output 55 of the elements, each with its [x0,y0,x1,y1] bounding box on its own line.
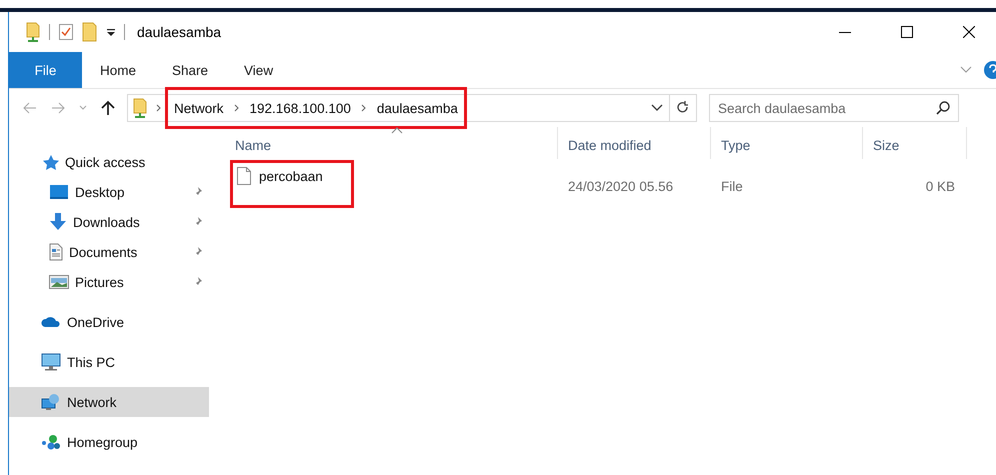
type-cell-text: File [720,178,744,196]
navigation-item[interactable]: Downloads [9,207,209,237]
column-header[interactable]: Type [711,127,863,159]
column-header[interactable]: Size [863,127,967,159]
nav-item-icon [41,434,61,450]
nav-item-icon [41,316,61,328]
chevron-icon [234,104,240,112]
help-icon[interactable] [982,61,996,79]
file-icon [237,167,251,185]
size-cell-text: 0 KB [924,178,956,196]
forward-icon[interactable] [51,102,65,114]
network-folder-icon [132,98,148,118]
breadcrumb[interactable]: 192.168.100.100 [250,100,351,116]
new-folder-icon [82,22,98,42]
recent-locations-icon[interactable] [79,105,87,111]
window-title: daulaesamba [137,24,222,40]
navigation-item[interactable]: Pictures [9,267,209,297]
customize-toolbar-icon [106,27,116,37]
file-menu-button[interactable]: File [9,52,82,88]
back-icon[interactable] [23,102,37,114]
nav-item-icon [49,184,69,200]
breadcrumb[interactable]: Network [174,100,224,116]
navigation-item[interactable]: Desktop [9,177,209,207]
nav-item-icon [41,353,61,371]
navigation-item[interactable]: This PC [9,347,209,377]
refresh-icon[interactable] [676,101,690,115]
navigation-item[interactable]: Network [9,387,209,417]
navigation-item[interactable]: Homegroup [9,427,209,457]
nav-item-icon [41,154,59,170]
search-icon [936,101,950,115]
navigation-item[interactable]: OneDrive [9,307,209,337]
breadcrumb[interactable]: daulaesamba [376,100,458,116]
chevron-icon [360,104,367,112]
nav-item-icon [49,243,63,261]
nav-item-icon [41,393,61,411]
navigation-item[interactable]: Quick access [9,147,209,177]
nav-item-icon [49,275,69,289]
close-icon [963,26,975,38]
maximize-icon [901,26,913,38]
search-field[interactable]: Search daulaesamba [709,94,959,122]
column-header[interactable]: Date modified [558,127,711,159]
properties-icon [58,23,74,41]
ribbon-tab[interactable]: View [226,52,292,88]
chevron-icon [156,104,162,112]
sort-caret-icon [391,127,403,134]
network-folder-icon [25,22,41,42]
ribbon-tab[interactable]: Home [82,52,154,88]
date-cell-text: 24/03/2020 05.56 [567,178,674,196]
navigation-item[interactable]: Documents [9,237,209,267]
file-name[interactable]: percobaan [259,168,323,184]
nav-item-icon [49,213,67,231]
up-icon[interactable] [101,100,115,116]
ribbon-tab[interactable]: Share [154,52,226,88]
expand-ribbon-icon[interactable] [960,66,972,74]
column-header[interactable]: Name [225,127,558,159]
